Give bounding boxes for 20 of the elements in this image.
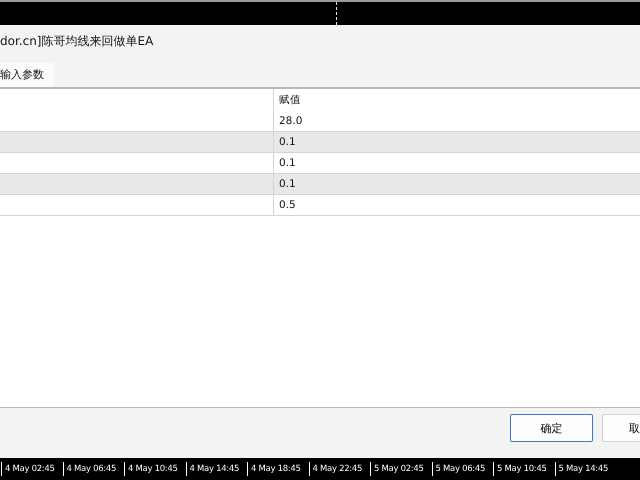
tab[interactable]: 输入参数 — [0, 63, 54, 87]
table-cell[interactable]: 0.1 — [274, 174, 296, 194]
axis-label: 5 May 14:45 — [554, 462, 616, 476]
axis-label: 4 May 06:45 — [62, 462, 124, 476]
ok-button[interactable]: 确定 — [510, 414, 593, 442]
table-cell[interactable]: 0.1 — [274, 153, 296, 173]
axis-label: 5 May 02:45 — [370, 462, 432, 476]
dialog-title: dor.cn]陈哥均线来回做单EA — [0, 33, 154, 50]
table-cell[interactable]: 0.1 — [274, 132, 296, 152]
axis-label: 5 May 10:45 — [493, 462, 554, 476]
cancel-button[interactable]: 取 — [602, 414, 640, 442]
column-header: 赋值 — [278, 93, 301, 108]
axis-label: 4 May 14:45 — [186, 462, 247, 476]
axis-label: 5 May 06:45 — [432, 462, 493, 476]
table-cell[interactable]: 0.5 — [274, 195, 296, 215]
axis-label: 4 May 02:45 — [1, 462, 62, 476]
table-cell[interactable]: 28.0 — [274, 111, 302, 131]
axis-label: 4 May 10:45 — [124, 462, 186, 476]
axis-label: 4 May 22:45 — [308, 462, 370, 476]
axis-label: 4 May 18:45 — [247, 462, 308, 476]
